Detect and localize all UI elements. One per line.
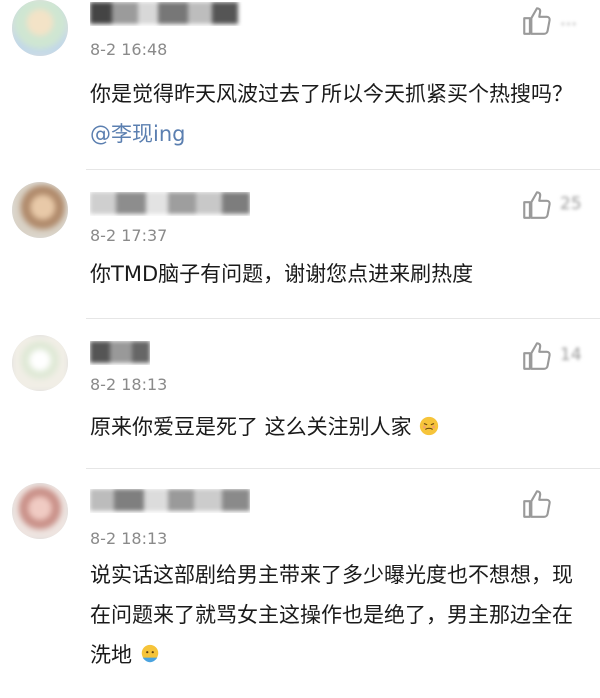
avatar[interactable] <box>12 182 68 238</box>
username-redacted[interactable] <box>90 2 250 26</box>
comment-body: 说实话这部剧给男主带来了多少曝光度也不想想，现在问题来了就骂女主这操作也是绝了，… <box>90 563 573 667</box>
comment-time: 8-2 18:13 <box>90 375 168 394</box>
comment-item: 8-2 16:48 你是觉得昨天风波过去了所以今天抓紧买个热搜吗？ @李现ing… <box>0 0 600 170</box>
like-button[interactable]: 14 <box>520 339 590 373</box>
comment-text: 你TMD脑子有问题，谢谢您点进来刷热度 <box>90 262 474 286</box>
comment-body: 原来你爱豆是死了 这么关注别人家 <box>90 415 412 439</box>
username-redacted[interactable] <box>90 341 150 365</box>
like-button[interactable]: … <box>520 4 590 38</box>
thumbs-up-icon <box>523 490 551 518</box>
comment-time: 8-2 17:37 <box>90 226 168 245</box>
avatar[interactable] <box>12 483 68 539</box>
like-count: … <box>560 10 577 30</box>
like-button[interactable]: 25 <box>520 188 590 222</box>
thumbs-up-icon <box>523 7 551 35</box>
like-count: 25 <box>560 194 582 214</box>
comment-text: 你是觉得昨天风波过去了所以今天抓紧买个热搜吗？ @李现ing <box>90 74 580 154</box>
comment-time: 8-2 18:13 <box>90 529 168 548</box>
comment-item: 8-2 17:37 你TMD脑子有问题，谢谢您点进来刷热度 25 <box>0 170 600 320</box>
comment-item: 8-2 18:13 原来你爱豆是死了 这么关注别人家 14 <box>0 319 600 469</box>
avatar[interactable] <box>12 0 68 56</box>
username-redacted[interactable] <box>90 192 250 216</box>
like-button[interactable] <box>520 487 590 521</box>
embarrassed-face-emoji <box>420 416 439 436</box>
thumbs-up-icon <box>523 191 551 219</box>
thumbs-up-icon <box>523 342 551 370</box>
comment-text: 说实话这部剧给男主带来了多少曝光度也不想想，现在问题来了就骂女主这操作也是绝了，… <box>90 555 580 675</box>
comment-body: 你是觉得昨天风波过去了所以今天抓紧买个热搜吗？ <box>90 82 573 106</box>
comment-item: 8-2 18:13 说实话这部剧给男主带来了多少曝光度也不想想，现在问题来了就骂… <box>0 469 600 698</box>
like-count: 14 <box>560 345 582 365</box>
avatar[interactable] <box>12 335 68 391</box>
comment-time: 8-2 16:48 <box>90 40 168 59</box>
comment-text: 原来你爱豆是死了 这么关注别人家 <box>90 407 580 447</box>
username-redacted[interactable] <box>90 489 250 513</box>
mention-link[interactable]: @李现ing <box>90 122 185 146</box>
face-emoji <box>141 644 158 663</box>
